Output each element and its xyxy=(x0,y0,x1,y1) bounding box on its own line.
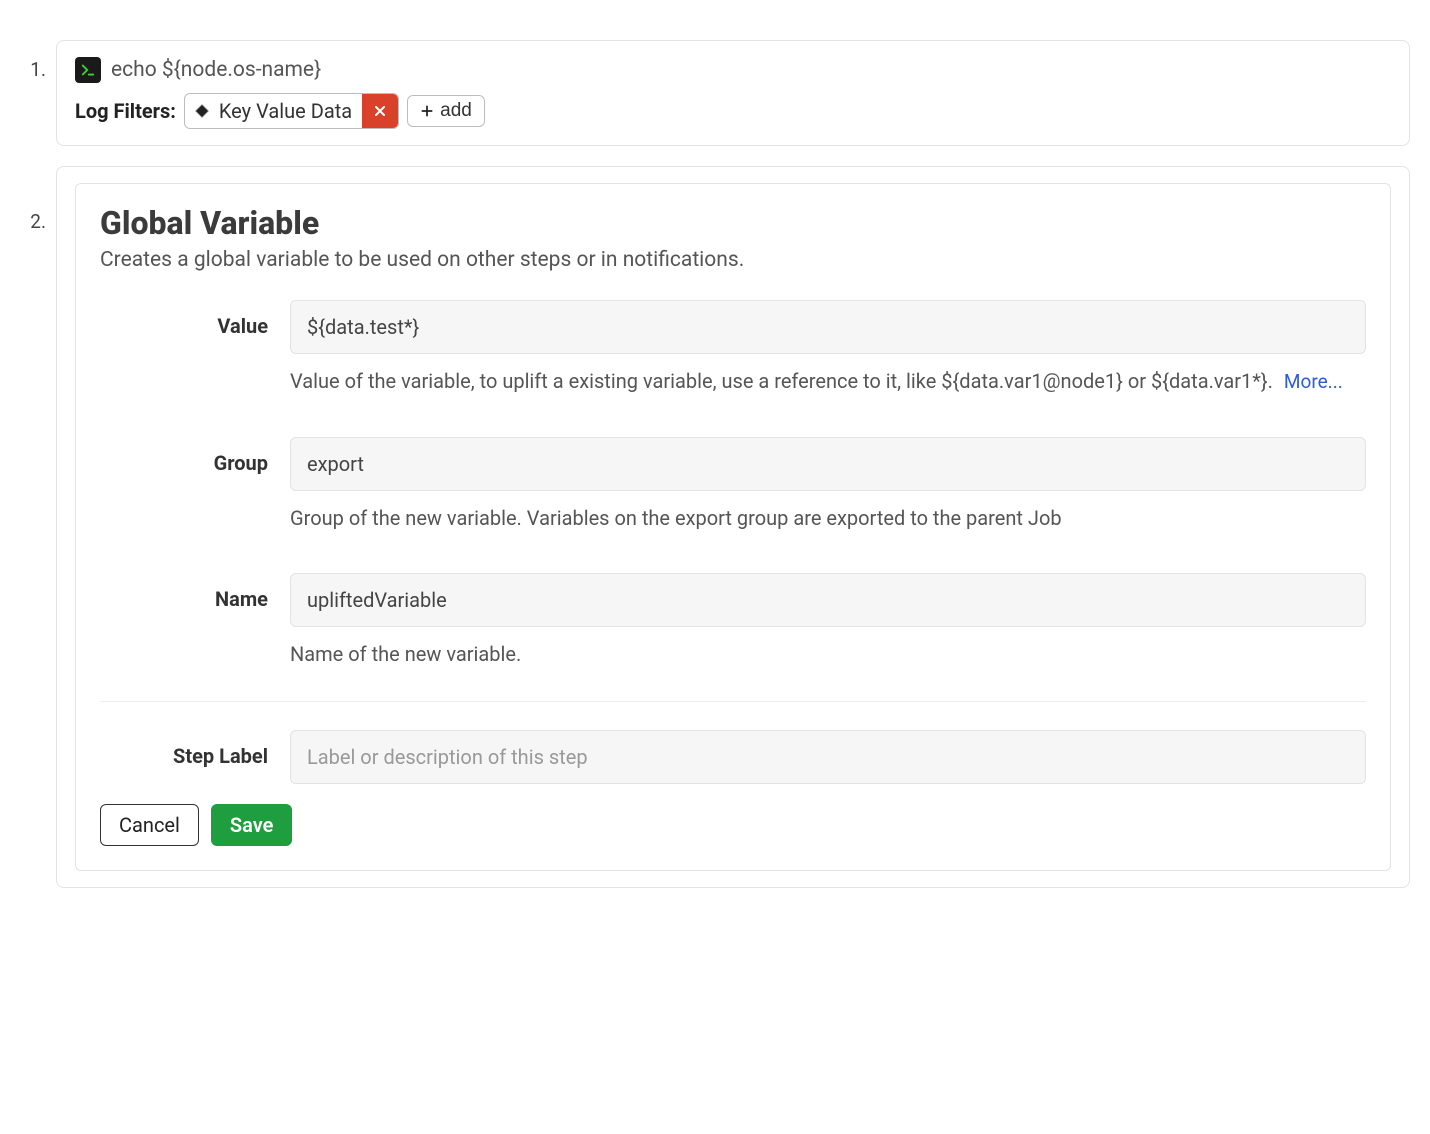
plus-icon xyxy=(420,104,434,118)
name-input[interactable] xyxy=(290,573,1366,627)
step-1-number: 1. xyxy=(20,40,56,81)
step-1-command-text: echo ${node.os-name} xyxy=(111,58,321,82)
global-variable-description: Creates a global variable to be used on … xyxy=(100,248,1366,272)
step-1-row: 1. echo ${node.os-name} Log Filters: xyxy=(20,40,1410,146)
diamond-icon xyxy=(193,102,211,120)
log-filters-label: Log Filters: xyxy=(75,99,176,123)
group-help-text: Group of the new variable. Variables on … xyxy=(290,503,1366,533)
step-1-command-line: echo ${node.os-name} xyxy=(75,57,1391,83)
name-help-text: Name of the new variable. xyxy=(290,639,1366,669)
group-input[interactable] xyxy=(290,437,1366,491)
cancel-button[interactable]: Cancel xyxy=(100,804,199,846)
save-button[interactable]: Save xyxy=(211,804,292,846)
value-help-prefix: Value of the variable, to uplift a exist… xyxy=(290,369,1273,393)
step-2-inner-panel: Global Variable Creates a global variabl… xyxy=(75,183,1391,871)
step-1-card: echo ${node.os-name} Log Filters: Key Va… xyxy=(56,40,1410,146)
value-more-link[interactable]: More... xyxy=(1284,370,1343,393)
add-filter-button[interactable]: add xyxy=(407,95,485,127)
global-variable-title: Global Variable xyxy=(100,204,1366,242)
button-row: Cancel Save xyxy=(100,804,1366,846)
group-label: Group xyxy=(100,437,290,475)
form-divider xyxy=(100,701,1366,702)
terminal-icon xyxy=(75,57,101,83)
step-label-input[interactable] xyxy=(290,730,1366,784)
value-label: Value xyxy=(100,300,290,338)
step-2-row: 2. Global Variable Creates a global vari… xyxy=(20,166,1410,888)
step-label-row: Step Label xyxy=(100,730,1366,784)
name-row: Name Name of the new variable. xyxy=(100,573,1366,679)
name-label: Name xyxy=(100,573,290,611)
step-2-number: 2. xyxy=(20,166,56,233)
add-filter-label: add xyxy=(440,100,472,122)
step-2-card: Global Variable Creates a global variabl… xyxy=(56,166,1410,888)
log-filters-row: Log Filters: Key Value Data xyxy=(75,93,1391,129)
group-row: Group Group of the new variable. Variabl… xyxy=(100,437,1366,563)
value-help-text: Value of the variable, to uplift a exist… xyxy=(290,366,1366,397)
step-label-label: Step Label xyxy=(100,730,290,768)
filter-remove-button[interactable] xyxy=(362,94,398,128)
value-input[interactable] xyxy=(290,300,1366,354)
filter-pill-content: Key Value Data xyxy=(185,95,362,127)
value-row: Value Value of the variable, to uplift a… xyxy=(100,300,1366,427)
filter-pill-key-value-data[interactable]: Key Value Data xyxy=(184,93,399,129)
filter-pill-label: Key Value Data xyxy=(219,99,352,123)
